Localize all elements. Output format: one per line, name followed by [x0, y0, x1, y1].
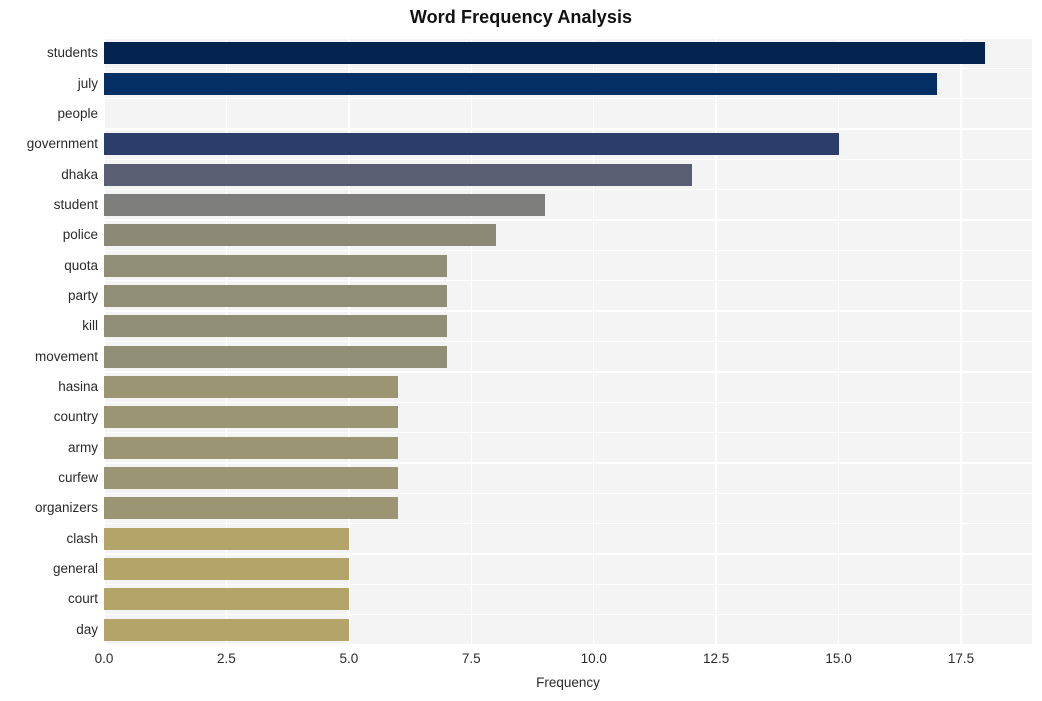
y-axis-tick-label: students: [46, 45, 98, 61]
y-axis-tick-label: student: [53, 196, 98, 212]
horizontal-gridline: [104, 158, 1032, 161]
y-axis-tick-label: dhaka: [61, 166, 98, 182]
plot-area: [103, 37, 1032, 646]
bar: [104, 406, 398, 429]
bar: [104, 103, 839, 125]
horizontal-gridline: [104, 219, 1032, 221]
horizontal-gridline: [104, 583, 1032, 585]
y-axis-tick-label: country: [53, 409, 98, 425]
horizontal-gridline: [104, 37, 1032, 39]
bar: [104, 224, 496, 247]
horizontal-gridline: [104, 492, 1032, 494]
y-axis-tick-label: kill: [82, 318, 98, 334]
horizontal-gridline: [104, 401, 1032, 403]
horizontal-gridline: [104, 371, 1032, 373]
bar: [104, 376, 398, 399]
bar: [104, 345, 447, 368]
x-axis-tick-label: 15.0: [825, 651, 852, 666]
horizontal-gridline: [104, 613, 1032, 616]
horizontal-gridline: [104, 67, 1032, 70]
y-axis-tick-label: clash: [66, 530, 98, 546]
horizontal-gridline: [104, 431, 1032, 434]
y-axis-tick-label: general: [52, 561, 98, 577]
y-axis-tick-label: police: [62, 227, 98, 243]
horizontal-gridline: [104, 644, 1032, 646]
y-axis-tick-label: government: [26, 136, 98, 152]
x-axis-tick-label: 12.5: [702, 651, 730, 666]
y-axis-tick-label: july: [77, 75, 98, 91]
x-axis-tick-label: 2.5: [217, 651, 236, 666]
x-axis-tick-label: 17.5: [947, 651, 975, 666]
y-axis-tick-labels: students july people government dhaka student…: [0, 38, 98, 645]
bar: [104, 588, 349, 611]
chart-figure: Word Frequency Analysis students july peop…: [0, 0, 1042, 701]
y-axis-tick-label: people: [57, 105, 98, 121]
horizontal-gridline: [104, 189, 1032, 191]
y-axis-tick-label: army: [68, 439, 98, 455]
bar: [104, 315, 447, 338]
bar: [104, 163, 692, 186]
bar: [104, 254, 447, 277]
y-axis-tick-label: day: [76, 621, 98, 637]
bar: [104, 558, 349, 581]
horizontal-gridline: [104, 128, 1032, 130]
y-axis-tick-label: organizers: [34, 500, 98, 516]
horizontal-gridline: [104, 280, 1032, 282]
y-axis-tick-label: court: [67, 591, 98, 607]
y-axis-tick-label: party: [67, 287, 98, 303]
horizontal-gridline: [104, 553, 1032, 555]
y-axis-tick-label: curfew: [58, 470, 98, 486]
horizontal-gridline: [104, 249, 1032, 252]
bar: [104, 284, 447, 307]
bar: [104, 527, 349, 550]
bar: [104, 618, 349, 641]
horizontal-gridline: [104, 340, 1032, 343]
bar: [104, 193, 545, 216]
horizontal-gridline: [104, 310, 1032, 312]
chart-title: Word Frequency Analysis: [409, 7, 633, 27]
horizontal-gridline: [104, 98, 1032, 100]
bar: [104, 42, 986, 65]
x-axis-tick-label: 7.5: [461, 651, 481, 666]
x-axis-tick-label: 5.0: [339, 651, 359, 666]
bar: [104, 72, 937, 95]
x-axis-tick-labels: 0.0 2.5 5.0 7.5 10.0 12.5 15.0 17.5: [0, 651, 1042, 671]
horizontal-gridline: [104, 462, 1032, 464]
x-axis-tick-label: 0.0: [94, 651, 114, 666]
bar: [104, 133, 839, 156]
x-axis-title: Frequency: [536, 675, 600, 690]
x-axis-tick-label: 10.0: [580, 651, 607, 666]
bar: [104, 467, 398, 490]
horizontal-gridline: [104, 522, 1032, 525]
bar: [104, 497, 398, 520]
bar: [104, 436, 398, 459]
y-axis-tick-label: hasina: [58, 379, 98, 395]
y-axis-tick-label: movement: [34, 348, 98, 364]
y-axis-tick-label: quota: [64, 257, 98, 273]
